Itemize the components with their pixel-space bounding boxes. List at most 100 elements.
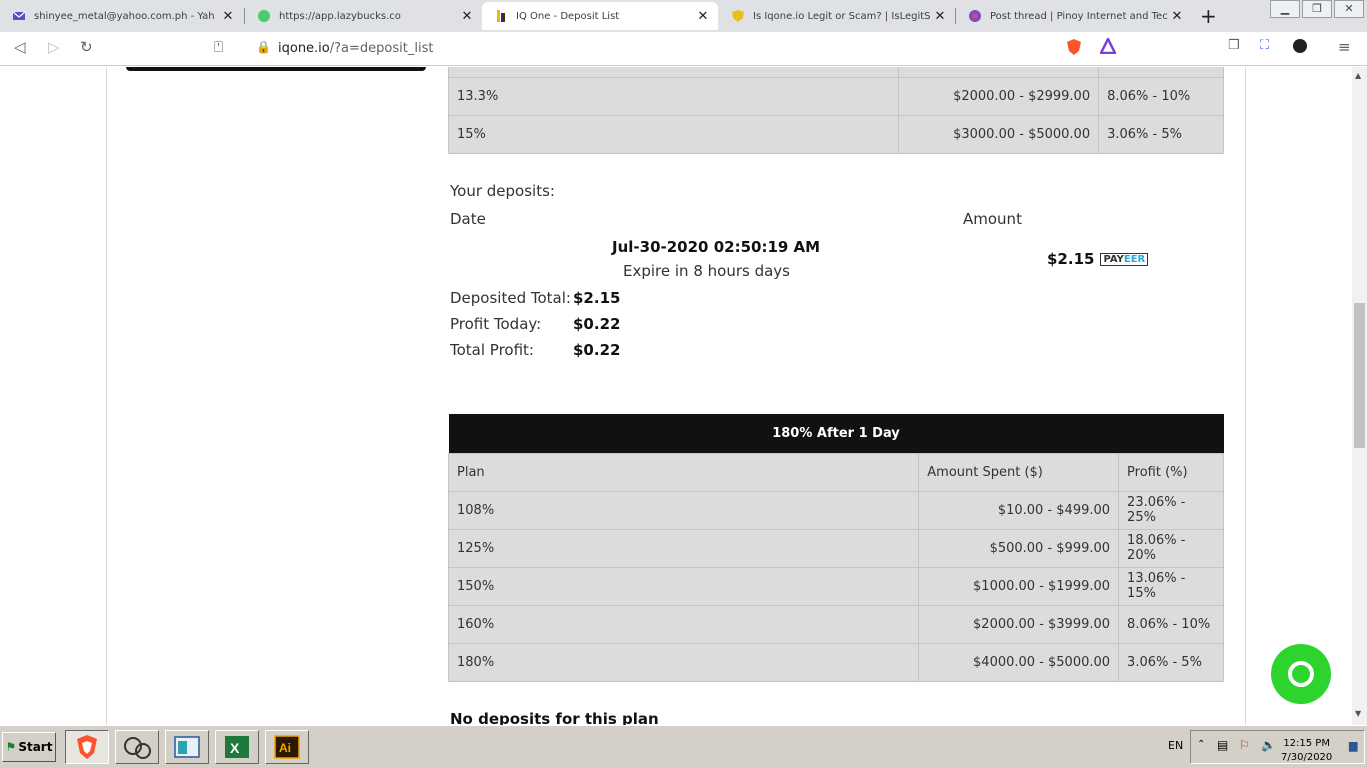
deposit-amount: $2.15 PAYEER (1047, 250, 1149, 268)
forum-icon (968, 9, 982, 23)
translate-icon[interactable]: ⛶ (1260, 38, 1269, 53)
url-path: /?a=deposit_list (329, 41, 434, 56)
profit-cell: 8.06% - 10% (1118, 604, 1224, 644)
window-app-icon (174, 736, 200, 758)
taskbar-excel[interactable]: X (215, 730, 259, 764)
tab-title: https://app.lazybucks.co (279, 10, 401, 22)
taskbar-media-app[interactable] (115, 730, 159, 764)
deposit-date: Jul-30-2020 02:50:19 AM (612, 238, 821, 256)
url-text: iqone.io/?a=deposit_list (278, 41, 433, 56)
table-row: 15% $3000.00 - $5000.00 3.06% - 5% (447, 115, 1224, 154)
vertical-scrollbar[interactable]: ▲ ▼ (1352, 67, 1367, 725)
close-tab-icon[interactable]: ✕ (933, 9, 947, 24)
maximize-icon[interactable]: ❐ (1302, 0, 1332, 18)
windows-logo-icon: ⚑ (5, 740, 17, 754)
payeer-logo: PAYEER (1100, 253, 1149, 266)
clock-date: 7/30/2020 (1281, 752, 1333, 763)
payeer-logo-part: PAY (1103, 254, 1124, 265)
column-header: Plan (447, 452, 920, 492)
brave-rewards-icon[interactable] (1098, 36, 1118, 58)
menu-icon[interactable]: ≡ (1338, 38, 1351, 56)
amount-cell: $3000.00 - $5000.00 (898, 115, 1100, 154)
action-center-icon[interactable]: ⚐ (1239, 738, 1250, 752)
taskbar-window-app[interactable] (165, 730, 209, 764)
forward-icon[interactable]: ▷ (48, 38, 60, 56)
tab-islegit[interactable]: Is Iqone.io Legit or Scam? | IsLegitS ✕ (719, 2, 955, 30)
svg-text:Ai: Ai (279, 741, 291, 755)
amount-cell: $10.00 - $499.00 (918, 490, 1120, 530)
illustrator-icon: Ai (274, 735, 300, 759)
brave-shield-icon[interactable] (1066, 38, 1082, 60)
close-tab-icon[interactable]: ✕ (460, 9, 474, 24)
plan-table-180: 180% After 1 Day Plan Amount Spent ($) P… (447, 414, 1224, 682)
close-window-icon[interactable]: ✕ (1334, 0, 1364, 18)
excel-icon: X (225, 736, 249, 758)
start-label: Start (18, 740, 53, 754)
table-row (447, 67, 1224, 78)
tab-lazybucks[interactable]: https://app.lazybucks.co ✕ (245, 2, 482, 30)
taskbar-illustrator[interactable]: Ai (265, 730, 309, 764)
amount-cell: $500.00 - $999.00 (918, 528, 1120, 568)
scrollbar-thumb[interactable] (1354, 303, 1365, 448)
mail-icon (12, 9, 26, 23)
bookmark-icon[interactable]: ⍞ (214, 38, 223, 56)
back-icon[interactable]: ◁ (14, 38, 26, 56)
tab-iqone-deposit-list[interactable]: IQ One - Deposit List ✕ (482, 2, 718, 30)
taskbar-brave[interactable] (65, 730, 109, 764)
new-tab-button[interactable]: + (1200, 4, 1217, 28)
profit-cell: 13.06% - 15% (1118, 566, 1224, 606)
brave-icon (77, 735, 97, 759)
profit-today-value: $0.22 (573, 315, 621, 333)
plan-title-row: 180% After 1 Day (448, 414, 1224, 453)
no-deposits-message: No deposits for this plan (450, 710, 659, 725)
volume-icon[interactable]: 🔈 (1261, 738, 1276, 752)
address-bar[interactable]: 🔒 iqone.io/?a=deposit_list (244, 36, 1096, 62)
profit-cell: 8.06% - 10% (1098, 77, 1224, 116)
profit-cell: 23.06% - 25% (1118, 490, 1224, 530)
scroll-up-icon[interactable]: ▲ (1355, 71, 1361, 80)
clock-time: 12:15 PM (1283, 738, 1330, 749)
reload-icon[interactable]: ↻ (80, 38, 93, 56)
date-column-label: Date (450, 210, 486, 228)
live-chat-button[interactable] (1271, 644, 1331, 704)
content-divider (1245, 67, 1246, 725)
amount-cell: $2000.00 - $3999.00 (918, 604, 1120, 644)
network-icon[interactable]: ▤ (1217, 738, 1228, 752)
media-app-icon (124, 737, 151, 759)
show-hidden-icons-icon[interactable]: ⌃ (1197, 739, 1205, 750)
lock-icon[interactable]: 🔒 (256, 40, 271, 54)
tab-pinoy-forum[interactable]: Post thread | Pinoy Internet and Tec ✕ (956, 2, 1192, 30)
tab-title: shinyee_metal@yahoo.com.ph - Yah (34, 10, 215, 22)
notification-icon[interactable]: ▆ (1349, 739, 1357, 752)
column-header: Amount Spent ($) (918, 452, 1120, 492)
language-indicator[interactable]: EN (1168, 739, 1183, 752)
minimize-icon[interactable]: ▁ (1270, 0, 1300, 18)
tab-title: Post thread | Pinoy Internet and Tec (990, 10, 1168, 22)
scroll-down-icon[interactable]: ▼ (1355, 709, 1361, 718)
extension-icon[interactable]: ❒ (1228, 38, 1240, 53)
amount-cell: $1000.00 - $1999.00 (918, 566, 1120, 606)
tab-strip: shinyee_metal@yahoo.com.ph - Yah ✕ https… (0, 0, 1367, 32)
close-tab-icon[interactable]: ✕ (1170, 9, 1184, 24)
table-row: 13.3% $2000.00 - $2999.00 8.06% - 10% (447, 77, 1224, 116)
prev-plan-table: 13.3% $2000.00 - $2999.00 8.06% - 10% 15… (447, 67, 1224, 154)
start-button[interactable]: ⚑ Start (2, 732, 56, 762)
tab-yahoo-mail[interactable]: shinyee_metal@yahoo.com.ph - Yah ✕ (0, 2, 243, 30)
table-row: 150% $1000.00 - $1999.00 13.06% - 15% (447, 566, 1224, 606)
total-profit-value: $0.22 (573, 341, 621, 359)
plan-cell: 13.3% (447, 77, 900, 116)
profile-icon[interactable] (1292, 38, 1308, 58)
islegit-icon (731, 9, 745, 23)
close-tab-icon[interactable]: ✕ (221, 9, 235, 24)
svg-text:X: X (230, 740, 240, 756)
total-profit-label: Total Profit: (450, 341, 534, 359)
window-controls: ▁ ❐ ✕ (1270, 0, 1366, 18)
profit-cell: 3.06% - 5% (1098, 115, 1224, 154)
sidebar-divider (106, 67, 107, 725)
table-row: 180% $4000.00 - $5000.00 3.06% - 5% (447, 642, 1224, 682)
column-header: Profit (%) (1118, 452, 1224, 492)
plan-cell: 160% (447, 604, 920, 644)
clock[interactable]: 12:15 PM 7/30/2020 (1281, 737, 1332, 765)
system-tray: ⌃ ▤ ⚐ 🔈 12:15 PM 7/30/2020 ▆ (1190, 730, 1365, 764)
close-tab-icon[interactable]: ✕ (696, 9, 710, 24)
